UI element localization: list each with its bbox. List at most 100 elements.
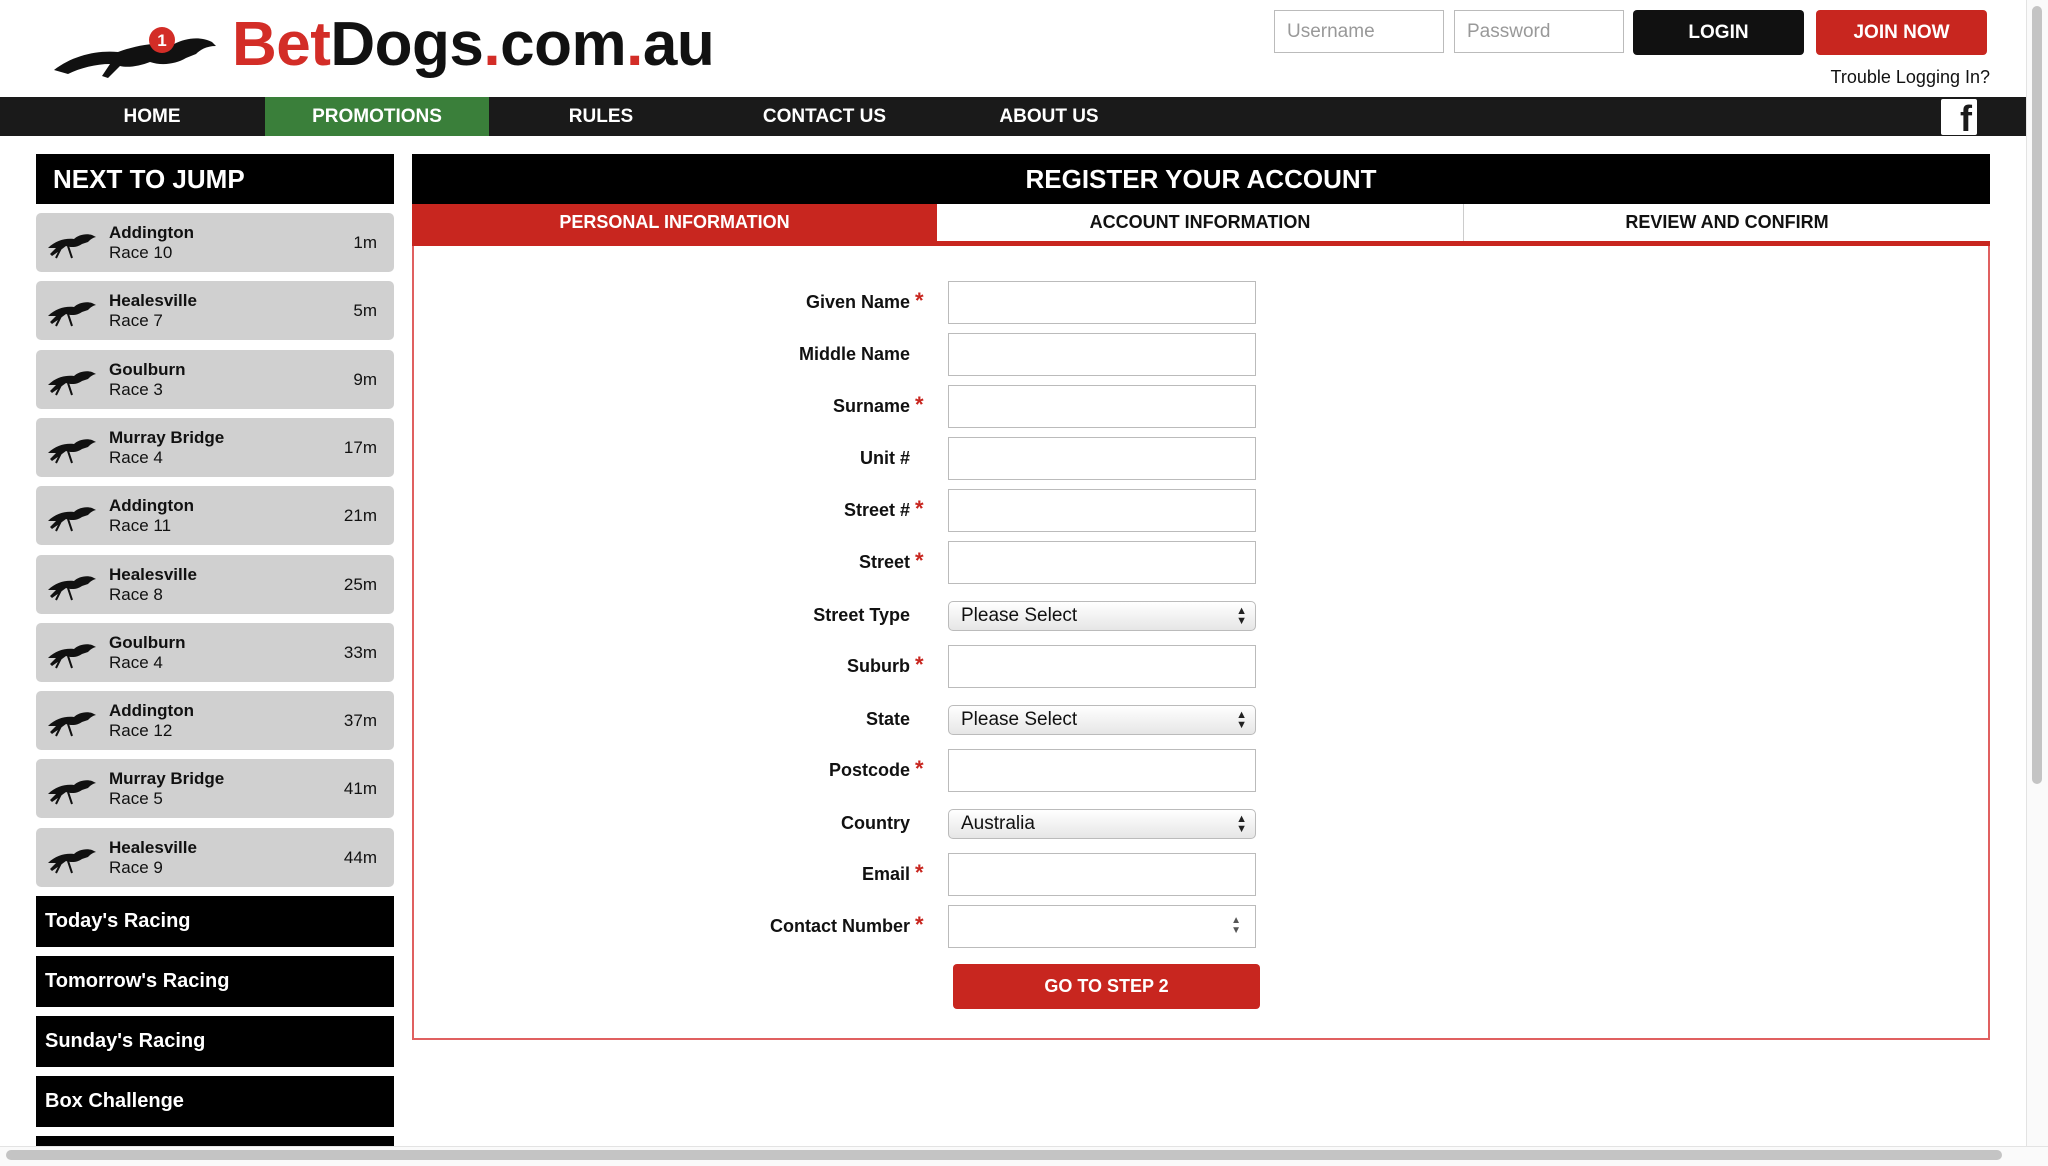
street-label: Street [858, 552, 910, 572]
select-arrows-icon: ▲ ▼ [1236, 813, 1247, 835]
race-number: Race 9 [109, 857, 163, 877]
given-name-input[interactable] [948, 281, 1256, 324]
race-number: Race 4 [109, 652, 163, 672]
race-item[interactable]: Goulburn Race 3 9m [36, 349, 394, 409]
postcode-label: Postcode [828, 760, 910, 780]
state-label: State [865, 709, 910, 729]
race-number: Race 5 [109, 789, 163, 809]
street-number-input[interactable] [948, 489, 1256, 532]
race-item[interactable]: Murray Bridge Race 5 41m [36, 759, 394, 819]
race-time-to-jump: 1m [353, 233, 377, 252]
tab-account-information[interactable]: ACCOUNT INFORMATION [937, 204, 1463, 241]
suburb-input[interactable] [948, 645, 1256, 688]
username-input[interactable] [1274, 10, 1444, 53]
site-logo[interactable]: 1 [50, 16, 220, 82]
race-item[interactable]: Healesville Race 9 44m [36, 827, 394, 887]
race-item[interactable]: Healesville Race 7 5m [36, 281, 394, 341]
race-time-to-jump: 44m [343, 847, 377, 867]
horizontal-scrollbar-thumb[interactable] [6, 1150, 2002, 1160]
required-marker: * [915, 392, 924, 417]
race-time-to-jump: 41m [343, 779, 377, 799]
race-time-to-jump: 21m [343, 506, 377, 526]
greyhound-icon [48, 302, 96, 327]
nav-contact-us[interactable]: CONTACT US [712, 97, 937, 136]
logo-wordmark: BetDogs.com.au [232, 10, 715, 79]
race-number: Race 12 [109, 721, 173, 741]
required-marker: * [915, 548, 924, 573]
tomorrows-racing-link[interactable]: Tomorrow's Racing [36, 956, 394, 1007]
street-number-label: Street # [843, 500, 910, 520]
race-item[interactable]: Addington Race 10 1m [36, 213, 394, 272]
sidebar-more-link[interactable] [36, 1136, 394, 1146]
login-button[interactable]: LOGIN [1633, 10, 1804, 55]
race-venue: Addington [109, 223, 194, 242]
race-number: Race 3 [109, 379, 163, 399]
required-marker: * [915, 496, 924, 521]
greyhound-icon [48, 439, 96, 464]
required-marker: * [915, 860, 924, 885]
logo-badge-number: 1 [157, 31, 166, 50]
number-spinner-icon[interactable]: ▲ ▼ [1231, 916, 1241, 936]
unit-input[interactable] [948, 437, 1256, 480]
next-to-jump-title: NEXT TO JUMP [36, 154, 394, 204]
select-arrows-icon: ▲ ▼ [1236, 709, 1247, 731]
join-now-button[interactable]: JOIN NOW [1816, 10, 1987, 55]
race-venue: Addington [109, 496, 194, 516]
main-nav: HOME PROMOTIONS RULES CONTACT US ABOUT U… [0, 97, 2026, 137]
country-select[interactable]: Australia ▲ ▼ [948, 809, 1256, 839]
greyhound-icon [48, 712, 96, 737]
facebook-icon[interactable]: f [1941, 99, 1977, 137]
tab-personal-information[interactable]: PERSONAL INFORMATION [412, 204, 937, 241]
unit-label: Unit # [859, 448, 910, 468]
contact-number-input[interactable]: ▲ ▼ [948, 905, 1256, 948]
race-time-to-jump: 33m [343, 642, 377, 662]
postcode-input[interactable] [948, 749, 1256, 792]
street-type-select[interactable]: Please Select ▲ ▼ [948, 601, 1256, 631]
race-number: Race 8 [109, 584, 163, 604]
race-venue: Healesville [109, 291, 197, 311]
race-item[interactable]: Addington Race 12 37m [36, 691, 394, 751]
race-venue: Goulburn [109, 632, 186, 652]
street-type-label: Street Type [813, 605, 910, 625]
nav-home[interactable]: HOME [50, 97, 254, 136]
race-venue: Murray Bridge [109, 427, 225, 447]
given-name-label: Given Name [805, 292, 910, 312]
nav-about-us[interactable]: ABOUT US [937, 97, 1161, 136]
email-label: Email [861, 864, 910, 884]
race-item[interactable]: Goulburn Race 4 33m [36, 622, 394, 682]
race-venue: Healesville [109, 564, 197, 584]
race-number: Race 10 [109, 243, 173, 262]
middle-name-input[interactable] [948, 333, 1256, 376]
sundays-racing-link[interactable]: Sunday's Racing [36, 1016, 394, 1067]
race-venue: Addington [109, 701, 194, 721]
trouble-logging-in-link[interactable]: Trouble Logging In? [1800, 67, 1990, 88]
race-item[interactable]: Murray Bridge Race 4 17m [36, 417, 394, 477]
vertical-scrollbar-thumb[interactable] [2032, 6, 2042, 784]
surname-label: Surname [832, 396, 910, 416]
race-number: Race 4 [109, 447, 163, 467]
state-select[interactable]: Please Select ▲ ▼ [948, 705, 1256, 735]
race-venue: Healesville [109, 837, 197, 857]
greyhound-icon [48, 507, 96, 532]
required-marker: * [915, 652, 924, 677]
race-item[interactable]: Healesville Race 8 25m [36, 554, 394, 614]
suburb-label: Suburb [847, 656, 910, 676]
required-marker: * [915, 912, 924, 937]
street-input[interactable] [948, 541, 1256, 584]
race-item[interactable]: Addington Race 11 21m [36, 486, 394, 546]
race-number: Race 7 [109, 311, 163, 331]
password-input[interactable] [1454, 10, 1624, 53]
email-input[interactable] [948, 853, 1256, 896]
tab-review-and-confirm[interactable]: REVIEW AND CONFIRM [1463, 204, 1990, 241]
box-challenge-link[interactable]: Box Challenge [36, 1076, 394, 1127]
surname-input[interactable] [948, 385, 1256, 428]
greyhound-icon [48, 575, 96, 600]
greyhound-icon [48, 848, 96, 874]
nav-rules[interactable]: RULES [490, 97, 712, 136]
todays-racing-link[interactable]: Today's Racing [36, 896, 394, 947]
select-arrows-icon: ▲ ▼ [1236, 605, 1247, 627]
nav-promotions[interactable]: PROMOTIONS [265, 97, 489, 136]
greyhound-logo-icon: 1 [54, 27, 216, 78]
race-time-to-jump: 9m [353, 369, 377, 389]
go-to-step-2-button[interactable]: GO TO STEP 2 [953, 964, 1260, 1009]
